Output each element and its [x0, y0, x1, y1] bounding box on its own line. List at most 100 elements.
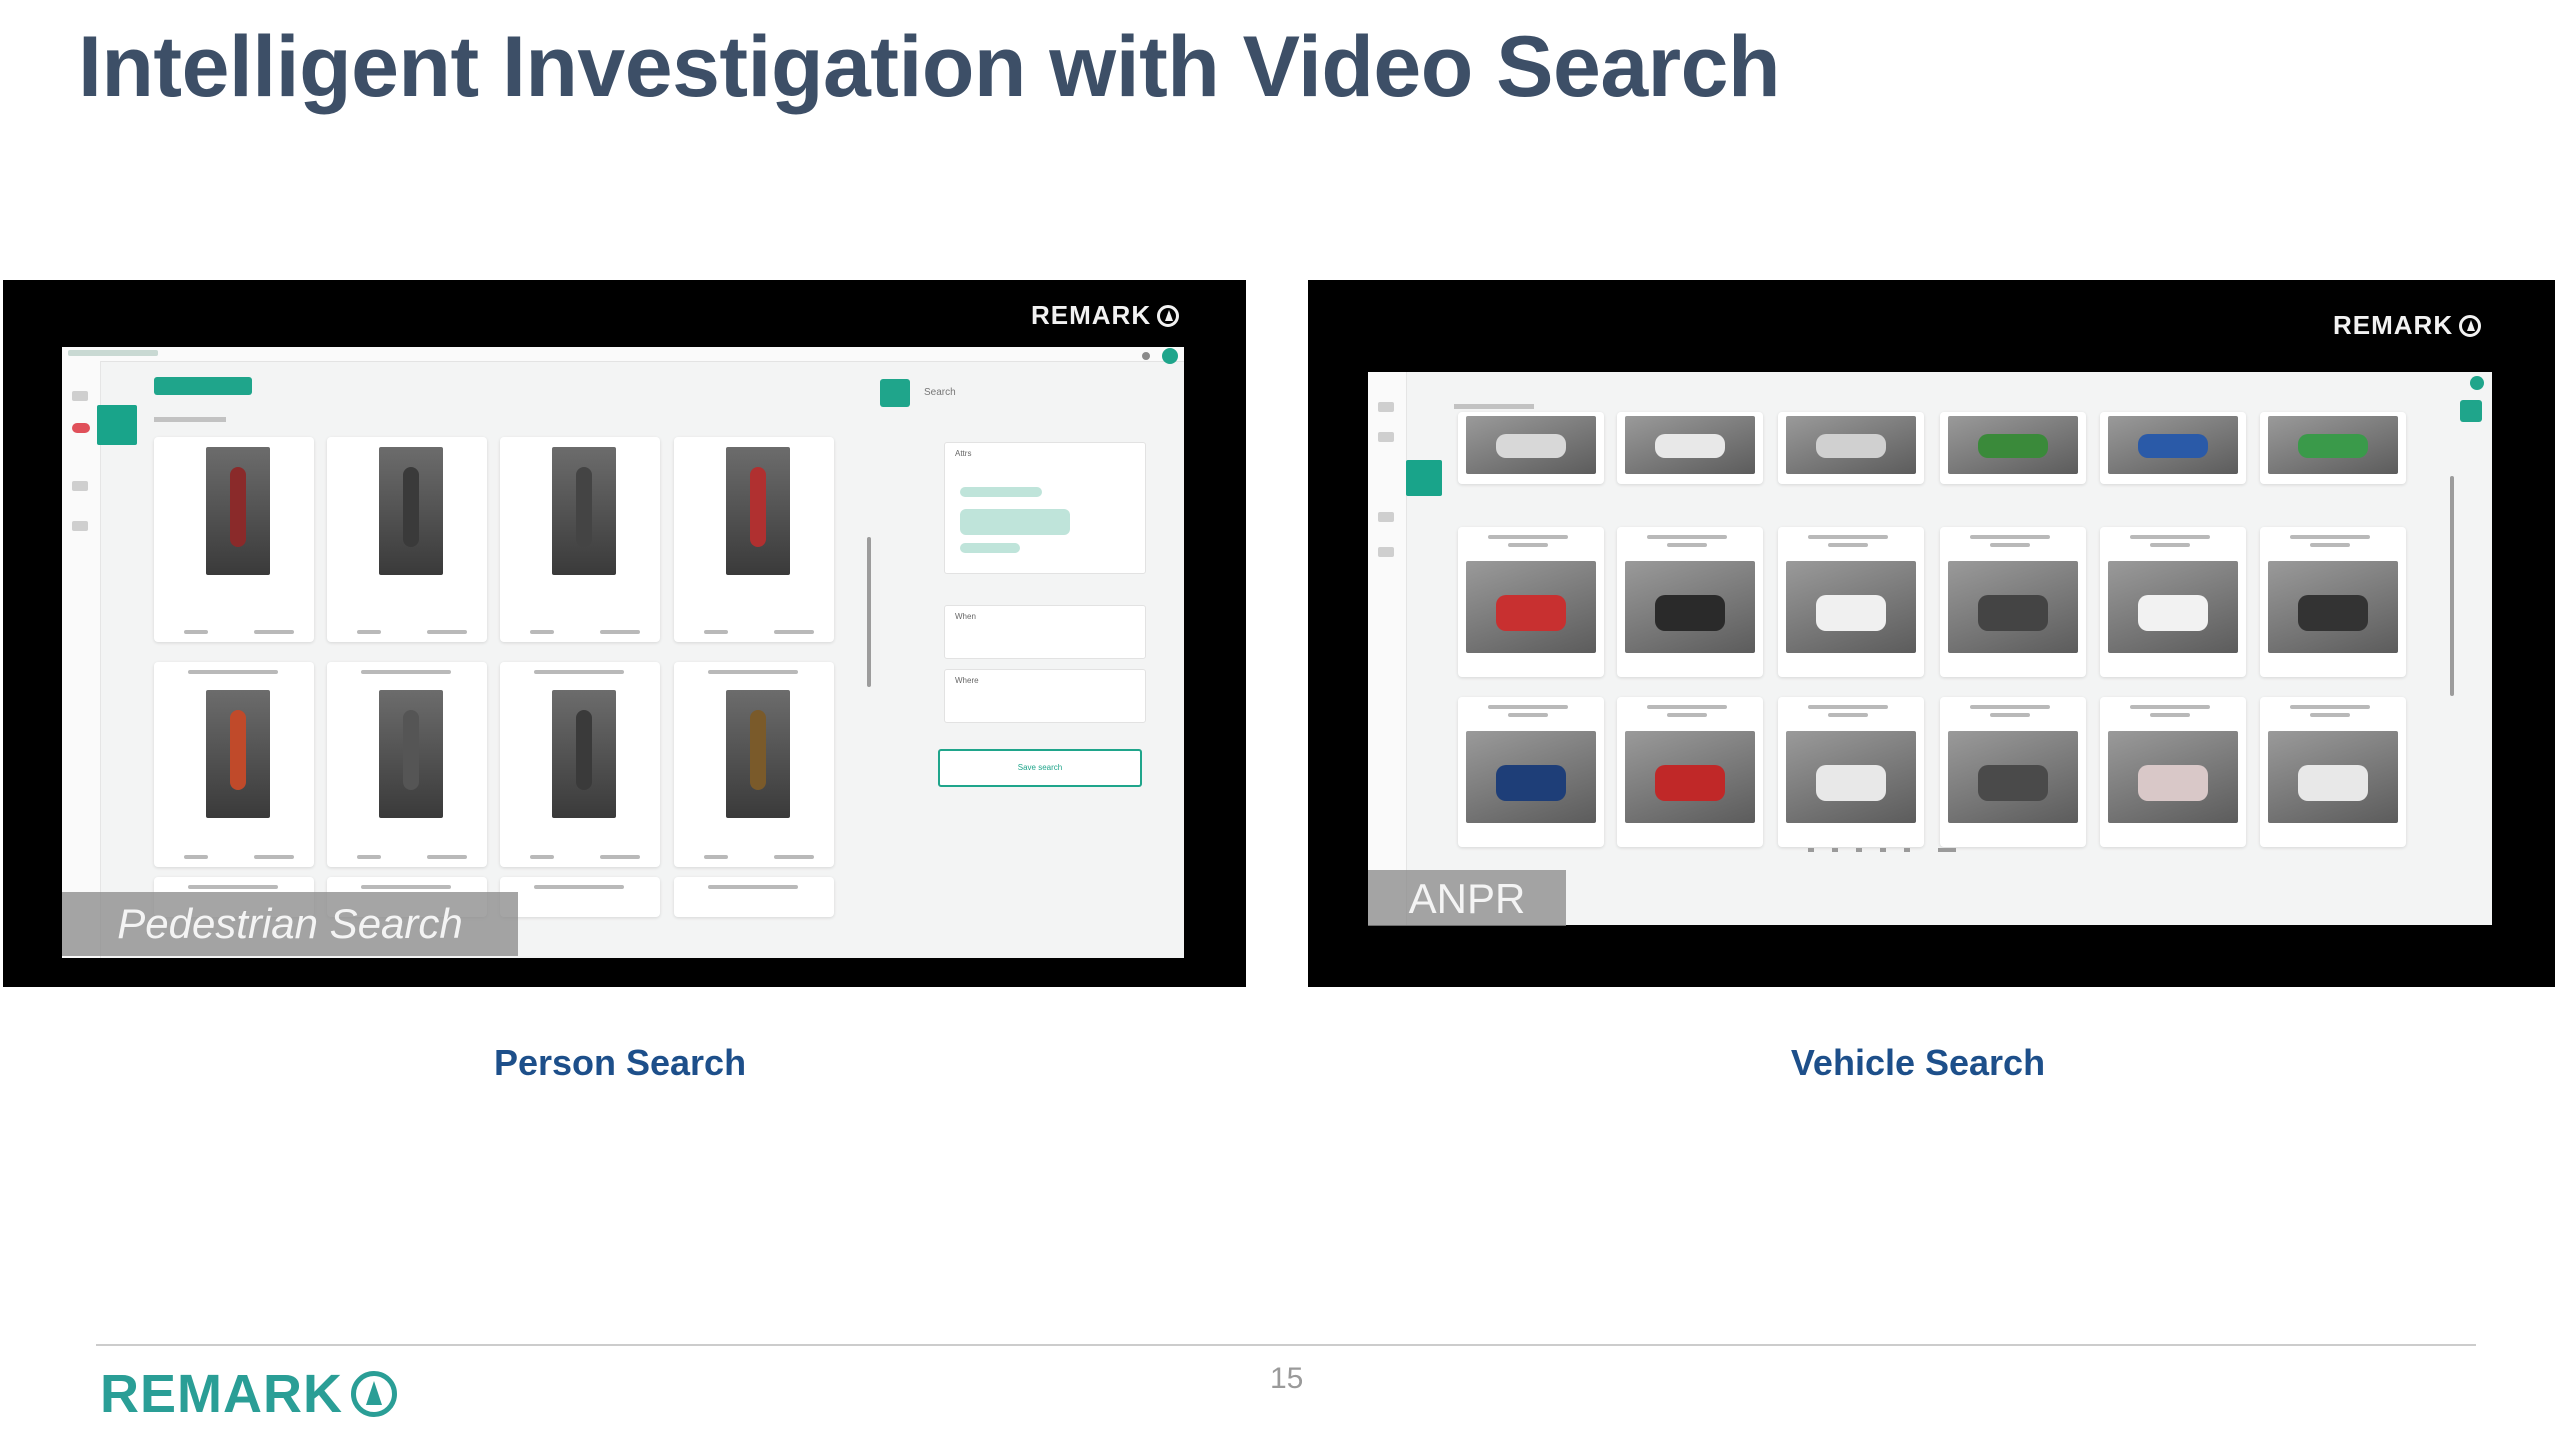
- video-logo-text: REMARK: [2333, 310, 2454, 340]
- vehicle-result-card[interactable]: [1617, 412, 1763, 484]
- vehicle-result-card[interactable]: [2260, 527, 2406, 677]
- slide-title: Intelligent Investigation with Video Sea…: [78, 19, 1781, 115]
- vehicle-thumbnail: [2268, 731, 2398, 823]
- remark-logo-icon: [2459, 314, 2482, 337]
- app-screen: [1368, 372, 2492, 925]
- footer-logo: REMARK: [100, 1363, 397, 1425]
- vehicle-thumbnail: [1786, 416, 1916, 474]
- anpr-video[interactable]: REMARK ANPR: [1308, 280, 2555, 987]
- vehicle-thumbnail: [1466, 561, 1596, 653]
- vehicle-result-card[interactable]: [1778, 697, 1924, 847]
- vehicle-thumbnail: [1466, 416, 1596, 474]
- sidebar-item[interactable]: [72, 481, 88, 491]
- video-logo: REMARK: [2333, 310, 2482, 341]
- where-filter[interactable]: Where: [944, 669, 1146, 723]
- search-icon[interactable]: [880, 379, 910, 407]
- filter-chip[interactable]: [960, 487, 1042, 497]
- vehicle-result-card[interactable]: [2260, 697, 2406, 847]
- vehicle-result-card[interactable]: [1458, 412, 1604, 484]
- vehicle-result-card[interactable]: [2100, 527, 2246, 677]
- footer-divider: [96, 1344, 2476, 1346]
- user-avatar[interactable]: [1162, 348, 1178, 364]
- vehicle-result-card[interactable]: [1458, 697, 1604, 847]
- vehicle-result-card[interactable]: [1940, 412, 2086, 484]
- vehicle-thumbnail: [2268, 561, 2398, 653]
- pagination[interactable]: [1808, 848, 2058, 854]
- vehicle-thumbnail: [2108, 561, 2238, 653]
- breadcrumb: [68, 350, 158, 356]
- sidebar-item[interactable]: [1378, 547, 1394, 557]
- person-result-card[interactable]: [674, 437, 834, 642]
- scrollbar[interactable]: [867, 537, 871, 687]
- footer-logo-text: REMARK: [100, 1364, 343, 1424]
- settings-icon[interactable]: [1142, 352, 1150, 360]
- vehicle-result-card[interactable]: [2260, 412, 2406, 484]
- video-overlay-caption: ANPR: [1368, 870, 1566, 926]
- vehicle-result-card[interactable]: [2100, 697, 2246, 847]
- filter-label: When: [955, 612, 976, 621]
- vehicle-thumbnail: [1786, 561, 1916, 653]
- filter-chip[interactable]: [960, 509, 1070, 535]
- sidebar-item[interactable]: [1378, 402, 1394, 412]
- person-thumbnail: [726, 690, 790, 818]
- save-search-button[interactable]: Save search: [938, 749, 1142, 787]
- vehicle-result-card[interactable]: [1778, 412, 1924, 484]
- person-result-card[interactable]: [500, 437, 660, 642]
- vehicle-result-card[interactable]: [1778, 527, 1924, 677]
- vehicle-thumbnail: [1625, 561, 1755, 653]
- app-sidebar: [62, 361, 101, 958]
- app-topbar: [62, 347, 1184, 364]
- results-count: [1454, 404, 1534, 409]
- vehicle-thumbnail: [1948, 731, 2078, 823]
- vehicle-result-card[interactable]: [1940, 527, 2086, 677]
- person-result-card[interactable]: [327, 437, 487, 642]
- app-screen: Search Attrs When Where Save search: [62, 347, 1184, 958]
- vehicle-result-card[interactable]: [1940, 697, 2086, 847]
- vehicle-thumbnail: [1625, 416, 1755, 474]
- filter-label: Attrs: [955, 449, 972, 458]
- filter-chip[interactable]: [960, 543, 1020, 553]
- vehicle-thumbnail: [1786, 731, 1916, 823]
- remark-logo-icon: [351, 1371, 397, 1417]
- sidebar-item[interactable]: [72, 391, 88, 401]
- vehicle-thumbnail: [1625, 731, 1755, 823]
- pedestrian-search-video[interactable]: REMARK Search Attrs When Where Save sear…: [3, 280, 1246, 987]
- add-search-button[interactable]: [154, 377, 252, 395]
- sidebar-item[interactable]: [1378, 432, 1394, 442]
- vehicle-thumbnail: [1466, 731, 1596, 823]
- person-result-card[interactable]: [674, 877, 834, 917]
- vehicle-thumbnail: [1948, 561, 2078, 653]
- sidebar-item[interactable]: [72, 521, 88, 531]
- search-panel-title: Search: [924, 387, 956, 398]
- person-thumbnail: [379, 447, 443, 575]
- person-thumbnail: [206, 690, 270, 818]
- person-thumbnail: [552, 447, 616, 575]
- vehicle-result-card[interactable]: [1617, 697, 1763, 847]
- person-result-card[interactable]: [500, 877, 660, 917]
- sidebar-item-active[interactable]: [97, 405, 137, 445]
- app-sidebar: [1368, 372, 1407, 925]
- vehicle-thumbnail: [2108, 416, 2238, 474]
- person-result-card[interactable]: [500, 662, 660, 867]
- scrollbar[interactable]: [2450, 476, 2454, 696]
- vehicle-result-card[interactable]: [2100, 412, 2246, 484]
- person-result-card[interactable]: [674, 662, 834, 867]
- person-result-card[interactable]: [154, 437, 314, 642]
- when-filter[interactable]: When: [944, 605, 1146, 659]
- sidebar-item[interactable]: [1378, 512, 1394, 522]
- vehicle-result-card[interactable]: [1617, 527, 1763, 677]
- vehicle-search-caption: Vehicle Search: [1790, 1042, 2046, 1083]
- search-icon[interactable]: [2460, 400, 2482, 422]
- person-thumbnail: [379, 690, 443, 818]
- attributes-filter[interactable]: Attrs: [944, 442, 1146, 574]
- sidebar-item-active[interactable]: [1406, 460, 1442, 496]
- remark-logo-icon: [1157, 304, 1180, 327]
- video-overlay-caption: Pedestrian Search: [62, 892, 518, 956]
- sidebar-item-alert[interactable]: [72, 423, 90, 433]
- person-result-card[interactable]: [154, 662, 314, 867]
- vehicle-result-card[interactable]: [1458, 527, 1604, 677]
- video-logo: REMARK: [1031, 300, 1180, 331]
- user-avatar[interactable]: [2470, 376, 2484, 390]
- person-result-card[interactable]: [327, 662, 487, 867]
- vehicle-thumbnail: [1948, 416, 2078, 474]
